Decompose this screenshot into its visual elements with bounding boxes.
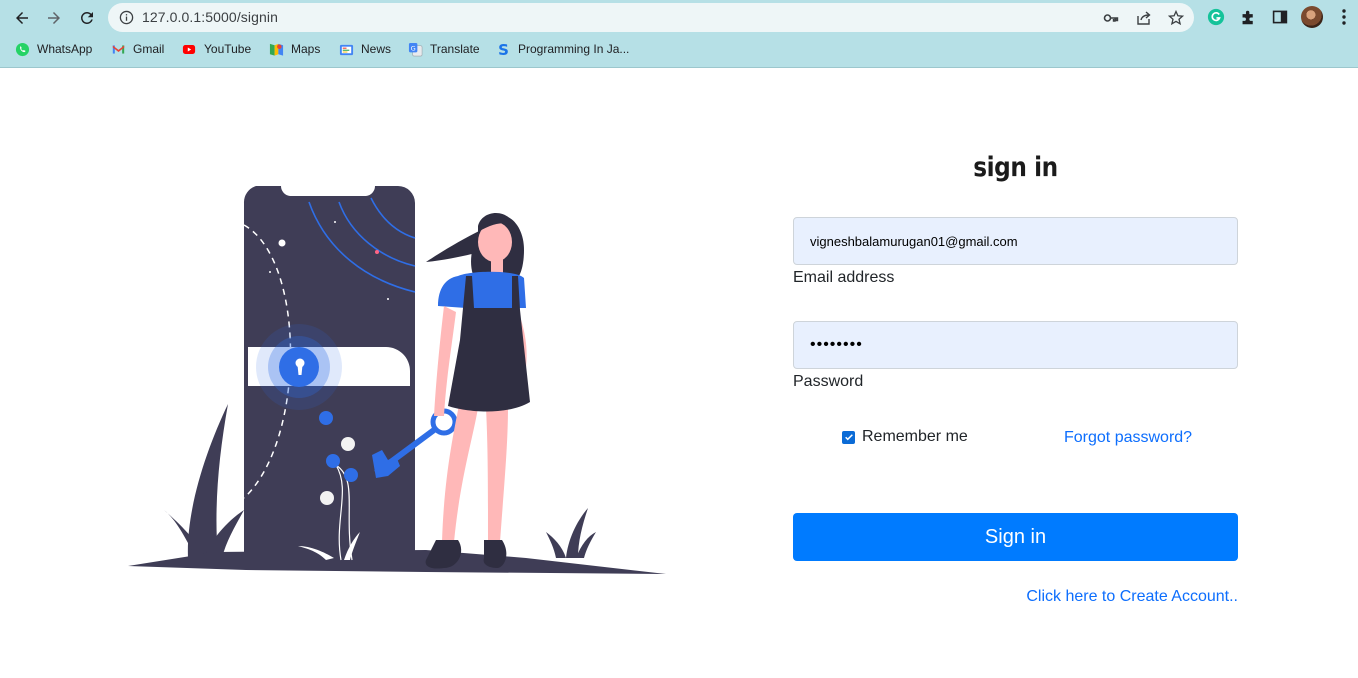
news-icon bbox=[338, 41, 354, 57]
page-title: sign in bbox=[973, 152, 1058, 183]
sign-in-button[interactable]: Sign in bbox=[793, 513, 1238, 561]
svg-text:G: G bbox=[410, 44, 415, 52]
youtube-icon bbox=[181, 41, 197, 57]
bookmark-translate[interactable]: G Translate bbox=[407, 39, 480, 59]
email-field[interactable]: vigneshbalamurugan01@gmail.com bbox=[793, 217, 1238, 265]
forward-arrow-icon bbox=[48, 12, 60, 24]
remember-me-checkbox[interactable] bbox=[842, 430, 855, 444]
programming-s-icon: S bbox=[495, 41, 511, 57]
gmail-icon bbox=[110, 41, 126, 57]
checkmark-icon bbox=[844, 434, 853, 441]
bookmark-star-icon[interactable] bbox=[1168, 10, 1184, 26]
profile-avatar[interactable] bbox=[1301, 6, 1323, 28]
side-panel-icon[interactable] bbox=[1270, 7, 1290, 27]
back-arrow-icon bbox=[16, 12, 28, 24]
share-icon[interactable] bbox=[1136, 10, 1152, 26]
bookmark-news[interactable]: News bbox=[338, 39, 391, 59]
bookmark-whatsapp[interactable]: WhatsApp bbox=[14, 39, 92, 59]
create-account-link[interactable]: Click here to Create Account.. bbox=[1026, 588, 1238, 606]
back-button[interactable] bbox=[10, 6, 34, 30]
browser-chrome: 127.0.0.1:5000/signin WhatsApp Gmail You… bbox=[0, 0, 1358, 68]
remember-me-row: Remember me bbox=[842, 428, 968, 446]
bookmark-programming[interactable]: S Programming In Ja... bbox=[495, 39, 630, 59]
password-field[interactable]: •••••••• bbox=[793, 321, 1238, 369]
svg-text:S: S bbox=[498, 42, 509, 57]
forgot-password-link[interactable]: Forgot password? bbox=[1064, 429, 1192, 447]
whatsapp-icon bbox=[14, 41, 30, 57]
email-value: vigneshbalamurugan01@gmail.com bbox=[810, 233, 1018, 249]
address-bar[interactable]: 127.0.0.1:5000/signin bbox=[108, 3, 1194, 32]
email-label: Email address bbox=[793, 269, 895, 286]
translate-icon: G bbox=[407, 41, 423, 57]
bookmark-youtube[interactable]: YouTube bbox=[181, 39, 251, 59]
browser-menu-icon[interactable] bbox=[1338, 8, 1350, 26]
bookmarks-bar: WhatsApp Gmail YouTube Maps News G Trans… bbox=[0, 37, 1358, 61]
password-label: Password bbox=[793, 373, 864, 390]
remember-me-label[interactable]: Remember me bbox=[862, 428, 968, 446]
login-illustration bbox=[128, 186, 666, 574]
extensions-puzzle-icon[interactable] bbox=[1238, 7, 1258, 27]
site-info-icon[interactable] bbox=[119, 10, 134, 25]
password-value: •••••••• bbox=[810, 336, 863, 353]
reload-button[interactable] bbox=[75, 6, 99, 30]
url-text: 127.0.0.1:5000/signin bbox=[142, 9, 278, 25]
bookmark-gmail[interactable]: Gmail bbox=[110, 39, 164, 59]
browser-toolbar: 127.0.0.1:5000/signin bbox=[0, 0, 1358, 35]
maps-icon bbox=[268, 41, 284, 57]
bookmark-maps[interactable]: Maps bbox=[268, 39, 320, 59]
key-icon[interactable] bbox=[1103, 10, 1119, 26]
reload-icon bbox=[80, 11, 93, 24]
forward-button[interactable] bbox=[42, 6, 66, 30]
grammarly-extension-icon[interactable] bbox=[1206, 7, 1226, 27]
